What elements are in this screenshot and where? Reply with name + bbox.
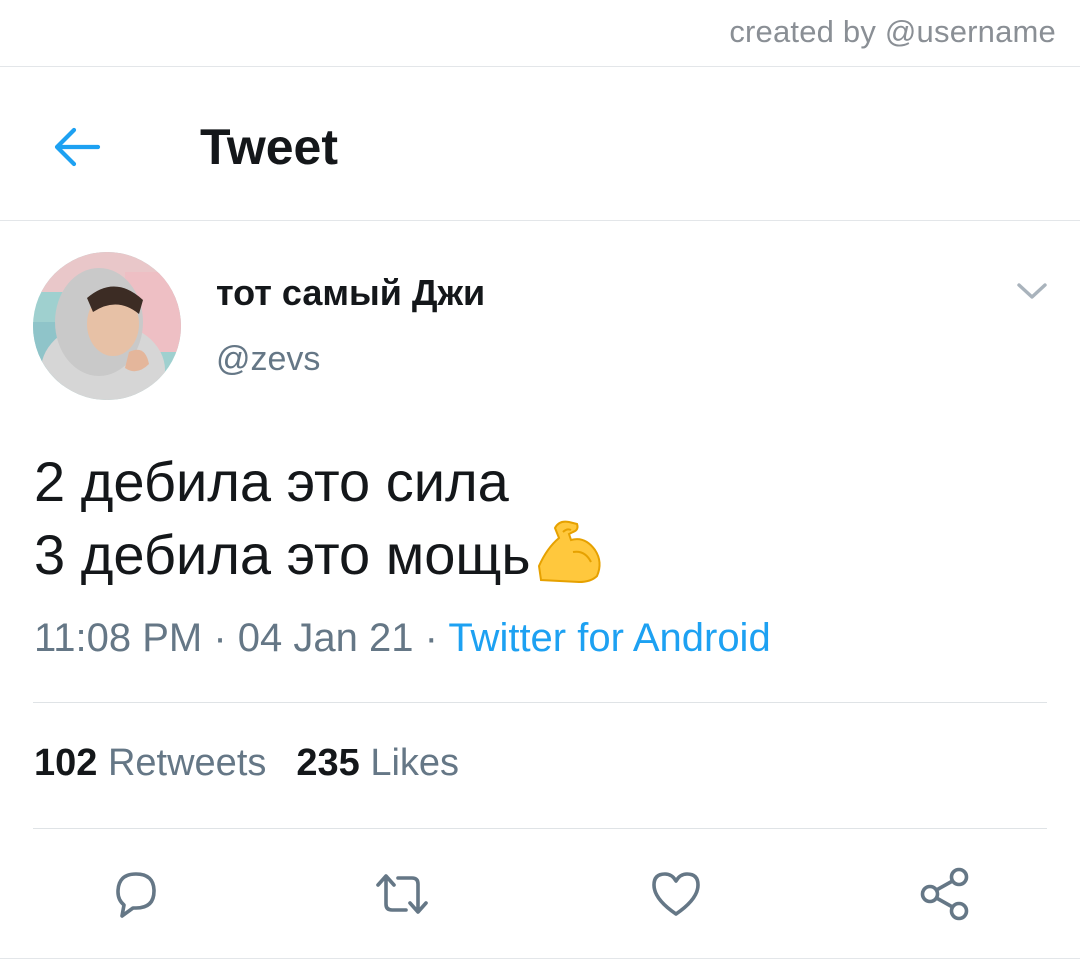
- divider: [33, 702, 1047, 703]
- tweet-line: 2 дебила это сила: [34, 450, 509, 513]
- tweet-time: 11:08 PM: [34, 616, 203, 660]
- reply-icon: [116, 872, 156, 918]
- avatar[interactable]: [33, 252, 181, 400]
- retweet-icon: [376, 874, 428, 914]
- likes-count: 235: [296, 742, 360, 784]
- like-button[interactable]: [646, 864, 706, 924]
- tweet-meta: 11:08 PM · 04 Jan 21 · Twitter for Andro…: [34, 616, 771, 661]
- tweet-source-link[interactable]: Twitter for Android: [448, 616, 770, 660]
- divider: [33, 828, 1047, 829]
- reply-button[interactable]: [106, 864, 166, 924]
- retweets-count: 102: [34, 742, 98, 784]
- author-handle[interactable]: @zevs: [216, 340, 320, 379]
- share-icon: [920, 867, 969, 921]
- retweet-button[interactable]: [372, 864, 432, 924]
- meta-separator: ·: [413, 616, 449, 660]
- tweet-text: 2 дебила это сила 3 дебила это мощь: [34, 446, 605, 601]
- arrow-left-icon: [54, 127, 101, 167]
- avatar-image: [33, 252, 181, 400]
- tweet-line: 3 дебила это мощь: [34, 518, 605, 601]
- divider: [0, 66, 1080, 67]
- watermark: created by @username: [729, 14, 1056, 49]
- meta-separator: ·: [202, 616, 238, 660]
- retweets-stat[interactable]: 102 Retweets: [34, 742, 266, 784]
- more-options-button[interactable]: [1012, 276, 1052, 306]
- likes-label: Likes: [370, 742, 460, 784]
- divider: [0, 958, 1080, 959]
- like-icon: [652, 872, 700, 916]
- likes-stat[interactable]: 235 Likes: [296, 742, 459, 784]
- tweet-date: 04 Jan 21: [237, 616, 414, 660]
- flexed-biceps-icon: [533, 518, 605, 601]
- tweet-stats: 102 Retweets 235 Likes: [34, 742, 459, 785]
- retweets-label: Retweets: [107, 742, 267, 784]
- share-button[interactable]: [914, 864, 974, 924]
- author-display-name[interactable]: тот самый Джи: [216, 272, 485, 314]
- back-button[interactable]: [50, 120, 104, 174]
- page-title: Tweet: [200, 119, 338, 175]
- tweet-line-text: 3 дебила это мощь: [34, 523, 531, 586]
- chevron-down-icon: [1017, 283, 1047, 299]
- divider: [0, 220, 1080, 221]
- tweet-detail-screen: created by @username Tweet тот самый Джи…: [0, 0, 1080, 976]
